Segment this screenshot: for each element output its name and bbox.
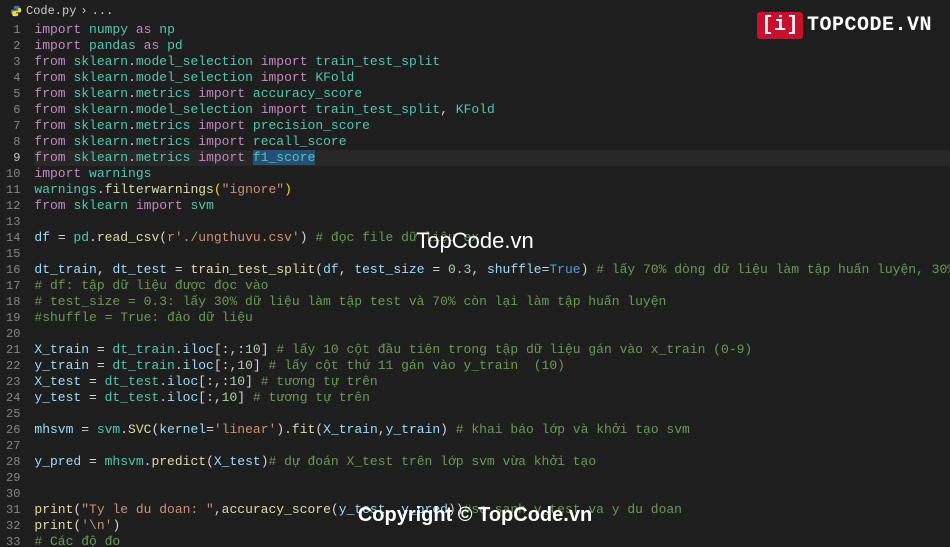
line-number[interactable]: 30 [6,486,20,502]
line-number[interactable]: 32 [6,518,20,534]
code-area[interactable]: import numpy as npimport pandas as pdfro… [34,22,950,547]
code-line[interactable]: dt_train, dt_test = train_test_split(df,… [34,262,950,278]
code-line[interactable]: from sklearn.metrics import recall_score [34,134,950,150]
line-number-gutter[interactable]: 1234567891011121314151617181920212223242… [0,22,34,547]
logo-text: TOPCODE.VN [807,14,932,37]
logo-badge: [i] [757,12,803,39]
line-number[interactable]: 31 [6,502,20,518]
line-number[interactable]: 12 [6,198,20,214]
line-number[interactable]: 9 [6,150,20,166]
line-number[interactable]: 21 [6,342,20,358]
code-line[interactable] [34,438,950,454]
line-number[interactable]: 27 [6,438,20,454]
code-line[interactable]: from sklearn.model_selection import trai… [34,54,950,70]
line-number[interactable]: 7 [6,118,20,134]
line-number[interactable]: 14 [6,230,20,246]
code-line[interactable] [34,406,950,422]
code-line[interactable]: df = pd.read_csv(r'./ungthuvu.csv') # đọ… [34,230,950,246]
line-number[interactable]: 29 [6,470,20,486]
line-number[interactable]: 28 [6,454,20,470]
breadcrumb-more[interactable]: ... [92,4,114,18]
line-number[interactable]: 4 [6,70,20,86]
code-line[interactable]: from sklearn.metrics import precision_sc… [34,118,950,134]
code-line[interactable]: from sklearn import svm [34,198,950,214]
line-number[interactable]: 26 [6,422,20,438]
code-line[interactable]: import warnings [34,166,950,182]
code-line[interactable] [34,214,950,230]
code-line[interactable]: # df: tập dữ liệu được đọc vào [34,278,950,294]
code-line[interactable]: X_train = dt_train.iloc[:,:10] # lấy 10 … [34,342,950,358]
code-line[interactable]: y_pred = mhsvm.predict(X_test)# dự đoán … [34,454,950,470]
code-line[interactable]: # Các độ đo [34,534,950,547]
code-line[interactable]: print('\n') [34,518,950,534]
code-line[interactable] [34,486,950,502]
code-line[interactable]: y_test = dt_test.iloc[:,10] # tương tự t… [34,390,950,406]
code-line[interactable] [34,470,950,486]
line-number[interactable]: 10 [6,166,20,182]
line-number[interactable]: 8 [6,134,20,150]
line-number[interactable]: 16 [6,262,20,278]
line-number[interactable]: 5 [6,86,20,102]
line-number[interactable]: 18 [6,294,20,310]
code-editor[interactable]: 1234567891011121314151617181920212223242… [0,22,950,547]
line-number[interactable]: 24 [6,390,20,406]
line-number[interactable]: 6 [6,102,20,118]
code-line[interactable] [34,326,950,342]
code-line[interactable]: import pandas as pd [34,38,950,54]
line-number[interactable]: 22 [6,358,20,374]
code-line[interactable]: # test_size = 0.3: lấy 30% dữ liệu làm t… [34,294,950,310]
line-number[interactable]: 25 [6,406,20,422]
code-line[interactable]: from sklearn.model_selection import KFol… [34,70,950,86]
watermark-logo: [i] TOPCODE.VN [757,12,932,39]
code-line[interactable]: from sklearn.metrics import f1_score [34,150,950,166]
line-number[interactable]: 15 [6,246,20,262]
python-file-icon [10,5,22,17]
line-number[interactable]: 1 [6,22,20,38]
line-number[interactable]: 17 [6,278,20,294]
code-line[interactable]: X_test = dt_test.iloc[:,:10] # tương tự … [34,374,950,390]
line-number[interactable]: 3 [6,54,20,70]
code-line[interactable]: print("Ty le du doan: ",accuracy_score(y… [34,502,950,518]
breadcrumb-file[interactable]: Code.py [26,4,76,18]
line-number[interactable]: 2 [6,38,20,54]
code-line[interactable]: y_train = dt_train.iloc[:,10] # lấy cột … [34,358,950,374]
line-number[interactable]: 19 [6,310,20,326]
code-line[interactable]: from sklearn.metrics import accuracy_sco… [34,86,950,102]
line-number[interactable]: 20 [6,326,20,342]
line-number[interactable]: 23 [6,374,20,390]
code-line[interactable]: from sklearn.model_selection import trai… [34,102,950,118]
line-number[interactable]: 11 [6,182,20,198]
breadcrumb-separator: › [80,4,87,18]
line-number[interactable]: 13 [6,214,20,230]
line-number[interactable]: 33 [6,534,20,547]
code-line[interactable]: warnings.filterwarnings("ignore") [34,182,950,198]
code-line[interactable]: #shuffle = True: đảo dữ liệu [34,310,950,326]
code-line[interactable]: mhsvm = svm.SVC(kernel='linear').fit(X_t… [34,422,950,438]
code-line[interactable] [34,246,950,262]
